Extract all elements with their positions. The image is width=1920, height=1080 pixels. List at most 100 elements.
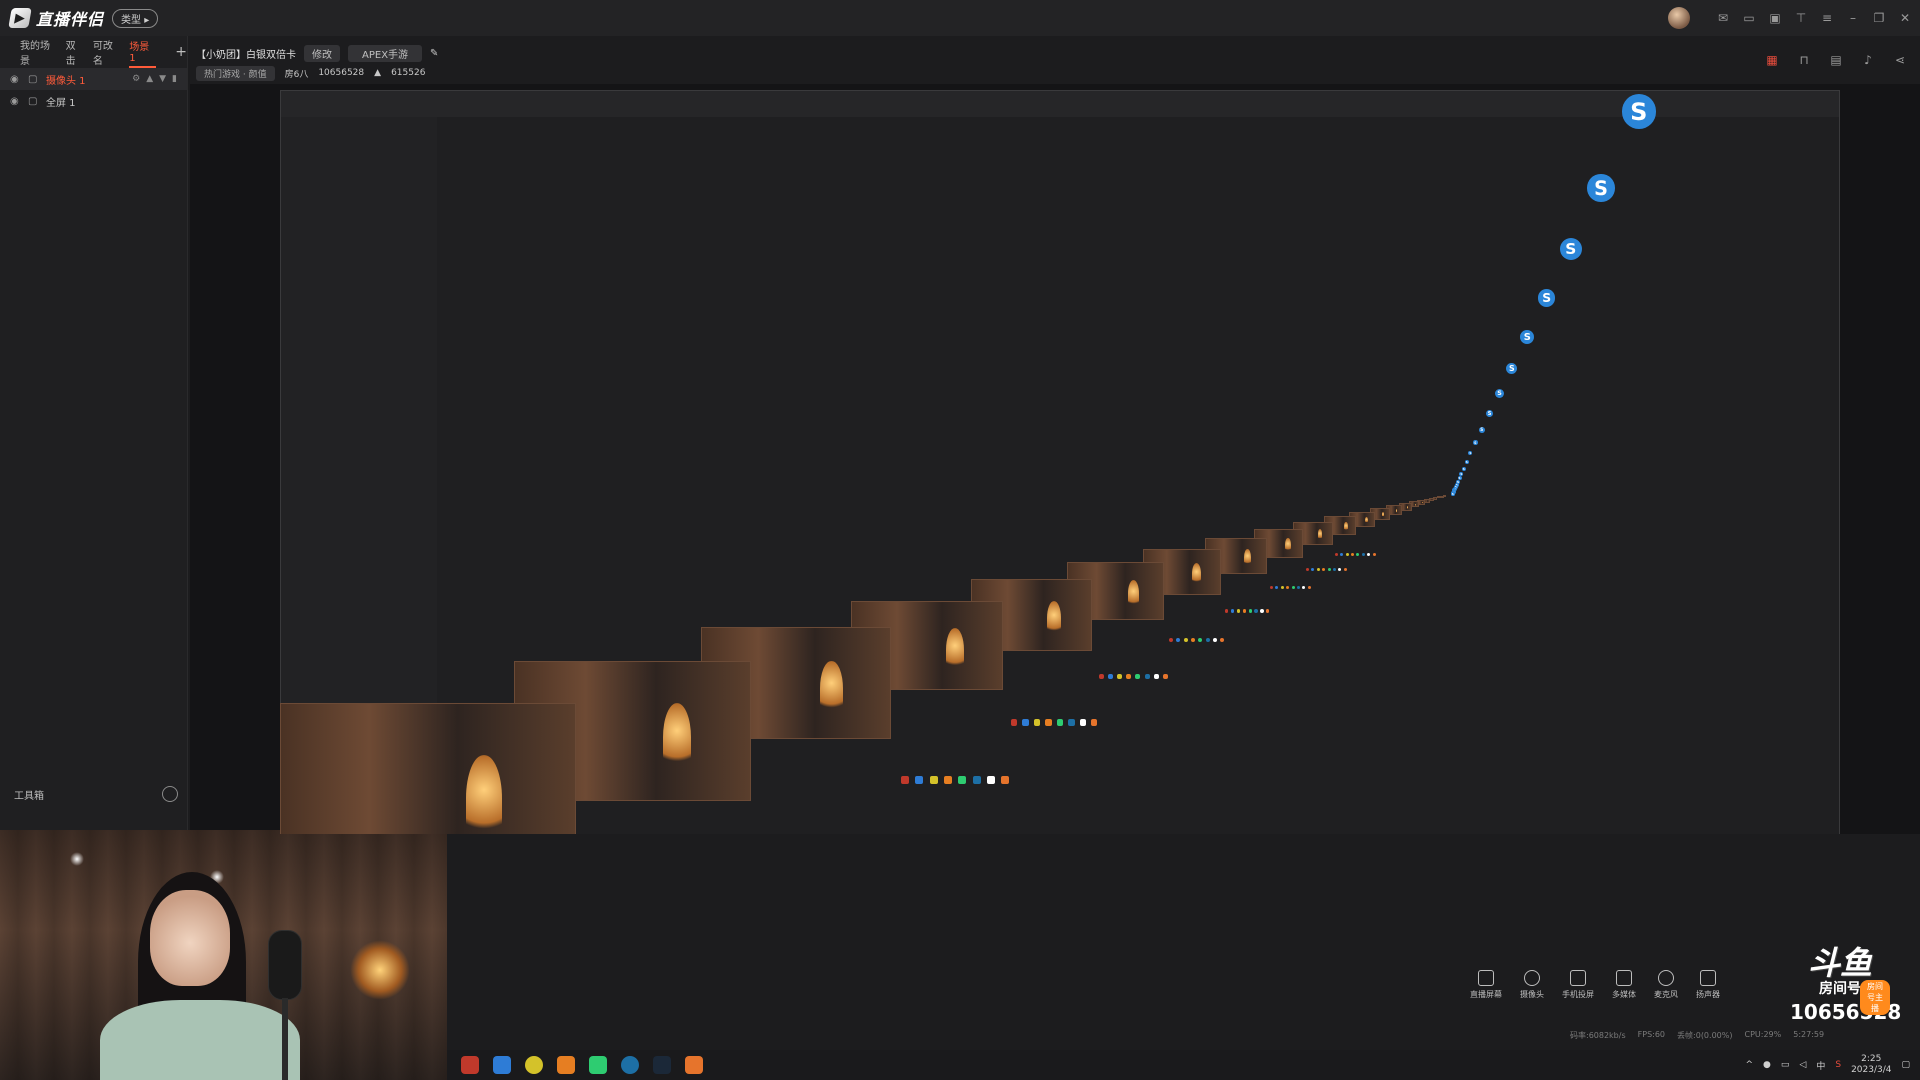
room-id: 10656528	[318, 68, 365, 78]
dock-icon	[1311, 567, 1315, 571]
app-logo: ▶ 直播伴侣	[8, 6, 104, 30]
dock-icon	[1280, 586, 1284, 590]
screen-button[interactable]: 直播屏幕	[1470, 970, 1502, 1000]
dock-icon	[1316, 567, 1320, 571]
app-icon-blue[interactable]	[493, 1056, 511, 1074]
phone-cast-button[interactable]: 手机投屏	[1562, 970, 1594, 1000]
monitor-icon[interactable]: ▭	[1742, 11, 1756, 25]
unlock-icon[interactable]: ⊓	[1796, 52, 1812, 68]
person-body	[100, 1000, 300, 1080]
edit-title-button[interactable]: 修改	[304, 44, 340, 62]
maximize-icon[interactable]: ❐	[1872, 11, 1886, 25]
dock-icon	[1266, 609, 1270, 613]
dock-icon	[1230, 609, 1235, 613]
s-logo-icon: S	[1587, 174, 1615, 202]
dock-icon	[1351, 553, 1354, 557]
settings-icon[interactable]: ⚙	[132, 74, 140, 84]
dock-icon	[1338, 567, 1342, 571]
camera-button[interactable]: 摄像头	[1520, 970, 1544, 1000]
title-bar: ▶ 直播伴侣 类型 ▸ ✉ ▭ ▣ ⊤ ≡ – ❐ ✕	[0, 0, 1920, 36]
menu-icon[interactable]: ≡	[1820, 11, 1834, 25]
dock-icon	[1302, 586, 1306, 590]
dock-icon	[1205, 638, 1210, 643]
ime-indicator[interactable]: 中	[1816, 1059, 1825, 1072]
person-face	[150, 890, 230, 986]
volume-icon[interactable]: ◁	[1799, 1060, 1806, 1070]
network-icon[interactable]: ▭	[1781, 1060, 1790, 1070]
tab-scene-1[interactable]: 场景 1	[129, 36, 157, 68]
live-companion-icon[interactable]	[685, 1056, 703, 1074]
shirt-icon[interactable]: ⊤	[1794, 11, 1808, 25]
mirror-taskbar-icons	[1098, 674, 1168, 680]
dock-icon	[1322, 567, 1326, 571]
lock-icon[interactable]: ▢	[28, 96, 40, 107]
dock-icon	[929, 775, 938, 784]
type-selector-button[interactable]: 类型 ▸	[112, 8, 159, 28]
eye-icon[interactable]: ◉	[10, 96, 22, 107]
dock-icon	[1126, 674, 1132, 680]
wechat-icon[interactable]	[589, 1056, 607, 1074]
stream-preview[interactable]: SSSSSSSSSSSSSSSSSSSSSSSSS	[190, 84, 1920, 834]
move-up-icon[interactable]: ▲	[146, 74, 153, 84]
heat-icon: ▲	[374, 68, 382, 78]
user-avatar[interactable]	[1668, 7, 1690, 29]
clock[interactable]: 2:25 2023/3/4	[1851, 1054, 1891, 1076]
douyu-watermark: 斗鱼 房间号 10656528 房间号主播	[1790, 946, 1901, 1024]
media-button[interactable]: 多媒体	[1612, 970, 1636, 1000]
toolbox-settings-icon[interactable]	[162, 786, 178, 802]
dock-icon	[1107, 674, 1113, 680]
edit-pen-icon[interactable]: ✎	[430, 48, 438, 59]
tab-my-scenes[interactable]: 我的场景	[20, 36, 57, 68]
app-icon-orange[interactable]	[557, 1056, 575, 1074]
source-label: 全屏 1	[46, 97, 76, 109]
dock-icon	[1372, 553, 1376, 557]
app-icon-red[interactable]	[461, 1056, 479, 1074]
dock-icon	[1091, 719, 1098, 726]
mic-stand	[282, 998, 288, 1080]
game-selector[interactable]: APEX手游	[348, 44, 423, 62]
mic-icon	[1658, 970, 1674, 986]
notification-icon[interactable]: ▢	[1901, 1060, 1910, 1070]
gift-icon[interactable]: ▦	[1764, 52, 1780, 68]
layout-icon[interactable]: ▤	[1828, 52, 1844, 68]
s-logo-icon: S	[1461, 466, 1466, 471]
tab-double-click[interactable]: 双击	[66, 36, 84, 68]
dock-icon	[1045, 719, 1052, 726]
app-icon-yellow[interactable]	[525, 1056, 543, 1074]
windows-taskbar: ^ ● ▭ ◁ 中 S 2:25 2023/3/4 ▢	[447, 1050, 1920, 1080]
eye-icon[interactable]: ◉	[10, 74, 22, 85]
close-icon[interactable]: ✕	[1898, 11, 1912, 25]
steam-icon[interactable]	[653, 1056, 671, 1074]
mic-button[interactable]: 麦克风	[1654, 970, 1678, 1000]
tab-rename[interactable]: 可改名	[93, 36, 120, 68]
app-icon-circle[interactable]	[621, 1056, 639, 1074]
move-down-icon[interactable]: ▼	[159, 74, 166, 84]
dock-icon	[1361, 553, 1365, 557]
bell-icon[interactable]: ♪	[1860, 52, 1876, 68]
add-scene-icon[interactable]: +	[175, 44, 187, 60]
dock-icon	[943, 775, 952, 784]
scene-tabs: 我的场景 双击 可改名 场景 1 +	[0, 36, 187, 68]
dock-icon	[1254, 609, 1258, 613]
mic-tray-icon[interactable]: ●	[1763, 1060, 1771, 1070]
minimize-icon[interactable]: –	[1846, 11, 1860, 25]
delete-icon[interactable]: ▮	[172, 74, 177, 84]
dock-icon	[1248, 609, 1252, 613]
frame-bar	[281, 91, 1839, 118]
lock-icon[interactable]: ▢	[28, 74, 40, 85]
chevron-up-icon[interactable]: ^	[1745, 1060, 1753, 1070]
source-row-fullscreen[interactable]: ◉ ▢ 全屏 1	[0, 90, 187, 112]
bitrate: 码率:6082kb/s	[1570, 1031, 1626, 1040]
mirror-webcam	[280, 702, 577, 834]
dock-icon	[1153, 674, 1159, 680]
screen-record-icon[interactable]: ▣	[1768, 11, 1782, 25]
source-row-camera[interactable]: ◉ ▢ 摄像头 1 ⚙ ▲ ▼ ▮	[0, 68, 187, 90]
share-icon[interactable]: ⋖	[1892, 52, 1908, 68]
candles	[350, 940, 410, 1000]
mail-icon[interactable]: ✉	[1716, 11, 1730, 25]
dock-icon	[1212, 638, 1217, 643]
category-selector[interactable]: 热门游戏 · 颜值	[196, 65, 275, 81]
speaker-button[interactable]: 扬声器	[1696, 970, 1720, 1000]
dock-icon	[987, 775, 996, 784]
sogou-icon[interactable]: S	[1835, 1060, 1841, 1070]
